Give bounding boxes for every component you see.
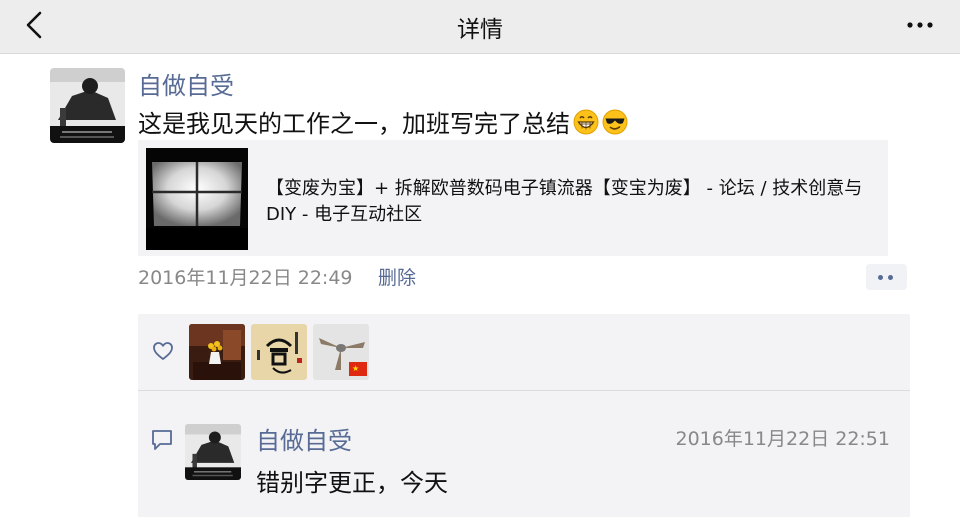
author-avatar[interactable]	[50, 68, 125, 143]
comment-avatar[interactable]	[185, 424, 241, 480]
sunglasses-emoji	[602, 109, 628, 135]
post-text: 这是我见天的工作之一，加班写完了总结	[138, 104, 628, 139]
comment-icon	[152, 430, 172, 450]
comment-text: 错别字更正，今天	[256, 469, 448, 497]
comment-timestamp: 2016年11月22日 22:51	[675, 428, 890, 450]
comment-like-menu-button[interactable]	[866, 264, 907, 290]
comments-section: 自做自受 2016年11月22日 22:51 错别字更正，今天	[138, 391, 910, 517]
svg-text:★: ★	[352, 364, 359, 373]
post-timestamp: 2016年11月22日 22:49	[138, 267, 353, 289]
likes-section: ★	[138, 314, 910, 390]
dot-icon	[878, 275, 883, 280]
comment-author[interactable]: 自做自受	[256, 421, 352, 456]
link-card[interactable]: 【变废为宝】+ 拆解欧普数码电子镇流器【变宝为废】 - 论坛 / 技术创意与 D…	[138, 140, 888, 256]
page-title: 详情	[457, 17, 503, 43]
heart-icon	[153, 342, 173, 360]
like-avatar-2[interactable]	[251, 324, 307, 380]
more-icon[interactable]	[906, 16, 934, 34]
like-avatar-1[interactable]	[189, 324, 245, 380]
delete-button[interactable]: 删除	[378, 263, 416, 290]
nav-bar: 详情	[0, 0, 960, 54]
post-text-content: 这是我见天的工作之一，加班写完了总结	[138, 110, 570, 138]
link-thumbnail	[146, 148, 248, 250]
like-avatar-3[interactable]: ★	[313, 324, 369, 380]
link-title: 【变废为宝】+ 拆解欧普数码电子镇流器【变宝为废】 - 论坛 / 技术创意与 D…	[266, 178, 863, 225]
grin-emoji	[573, 109, 599, 135]
dot-icon	[888, 275, 893, 280]
post-author[interactable]: 自做自受	[138, 66, 234, 101]
